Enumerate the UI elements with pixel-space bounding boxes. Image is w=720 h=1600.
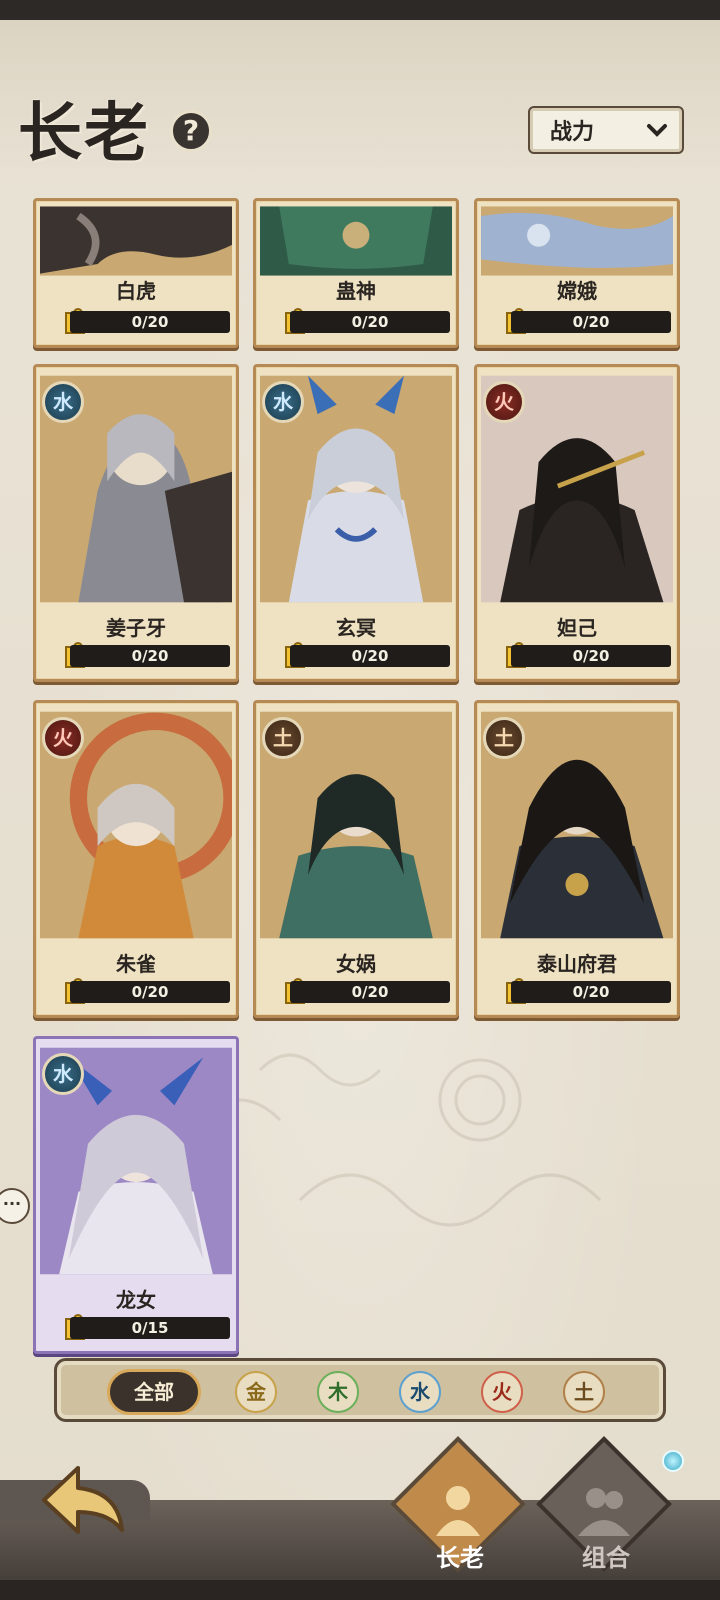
elder-name: 龙女 <box>116 1288 156 1312</box>
filter-fire-button[interactable]: 火 <box>481 1371 523 1413</box>
elder-card[interactable]: 土 女娲 0/20 <box>253 700 459 1018</box>
elder-card[interactable]: 嫦娥 0/20 <box>474 198 680 348</box>
filter-metal-button[interactable]: 金 <box>235 1371 277 1413</box>
shard-progress: 0/20 <box>511 981 671 1003</box>
elder-card[interactable]: 水 姜子牙 0/20 <box>33 364 239 682</box>
elder-name: 妲己 <box>557 616 597 640</box>
elder-card-grid: 白虎 0/20 蛊神 0/20 嫦娥 0/20 水 姜子牙 0/20 水 玄冥 … <box>0 20 720 1354</box>
shard-progress: 0/20 <box>70 645 230 667</box>
tab-combo-label: 组合 <box>582 1544 630 1572</box>
element-badge-earth: 土 <box>483 717 525 759</box>
elder-card[interactable]: 土 泰山府君 0/20 <box>474 700 680 1018</box>
elder-collection-screen: 长老 ? 战力 白虎 0/20 蛊神 0/20 嫦娥 0/20 水 姜子牙 0/… <box>0 20 720 1580</box>
back-arrow-icon[interactable] <box>38 1460 128 1540</box>
elder-portrait <box>260 205 452 277</box>
filter-earth-button[interactable]: 土 <box>563 1371 605 1413</box>
elder-card[interactable]: 水 龙女 0/15 <box>33 1036 239 1354</box>
element-badge-earth: 土 <box>262 717 304 759</box>
elder-name: 白虎 <box>116 279 156 303</box>
tab-elders-label: 长老 <box>436 1544 484 1572</box>
elder-card[interactable]: 白虎 0/20 <box>33 198 239 348</box>
shard-progress: 0/20 <box>70 311 230 333</box>
shard-progress: 0/20 <box>290 645 450 667</box>
element-badge-water: 水 <box>42 1053 84 1095</box>
shard-progress: 0/20 <box>511 645 671 667</box>
shard-progress: 0/20 <box>290 311 450 333</box>
shard-progress: 0/15 <box>70 1317 230 1339</box>
gem-notification-icon <box>662 1450 684 1472</box>
elder-card[interactable]: 火 朱雀 0/20 <box>33 700 239 1018</box>
shard-progress: 0/20 <box>511 311 671 333</box>
elder-card[interactable]: 蛊神 0/20 <box>253 198 459 348</box>
bottom-navigation: 长老 组合 <box>0 1436 720 1580</box>
status-bar <box>0 0 720 20</box>
element-badge-fire: 火 <box>483 381 525 423</box>
elder-name: 蛊神 <box>336 279 376 303</box>
element-badge-water: 水 <box>262 381 304 423</box>
elder-name: 姜子牙 <box>106 616 166 640</box>
element-filter-bar: 全部 金 木 水 火 土 <box>54 1358 666 1422</box>
elder-name: 朱雀 <box>116 952 156 976</box>
elder-card[interactable]: 水 玄冥 0/20 <box>253 364 459 682</box>
element-badge-water: 水 <box>42 381 84 423</box>
elder-name: 泰山府君 <box>537 952 617 976</box>
elder-silhouette-icon <box>436 1486 480 1536</box>
filter-wood-button[interactable]: 木 <box>317 1371 359 1413</box>
shard-progress: 0/20 <box>70 981 230 1003</box>
element-badge-fire: 火 <box>42 717 84 759</box>
elder-name: 女娲 <box>336 952 376 976</box>
elder-card[interactable]: 火 妲己 0/20 <box>474 364 680 682</box>
elder-portrait <box>481 205 673 277</box>
filter-water-button[interactable]: 水 <box>399 1371 441 1413</box>
combo-silhouette-icon <box>578 1488 630 1536</box>
shard-progress: 0/20 <box>290 981 450 1003</box>
filter-all-button[interactable]: 全部 <box>107 1369 201 1415</box>
elder-name: 玄冥 <box>336 616 376 640</box>
elder-portrait <box>40 205 232 277</box>
elder-name: 嫦娥 <box>557 279 597 303</box>
